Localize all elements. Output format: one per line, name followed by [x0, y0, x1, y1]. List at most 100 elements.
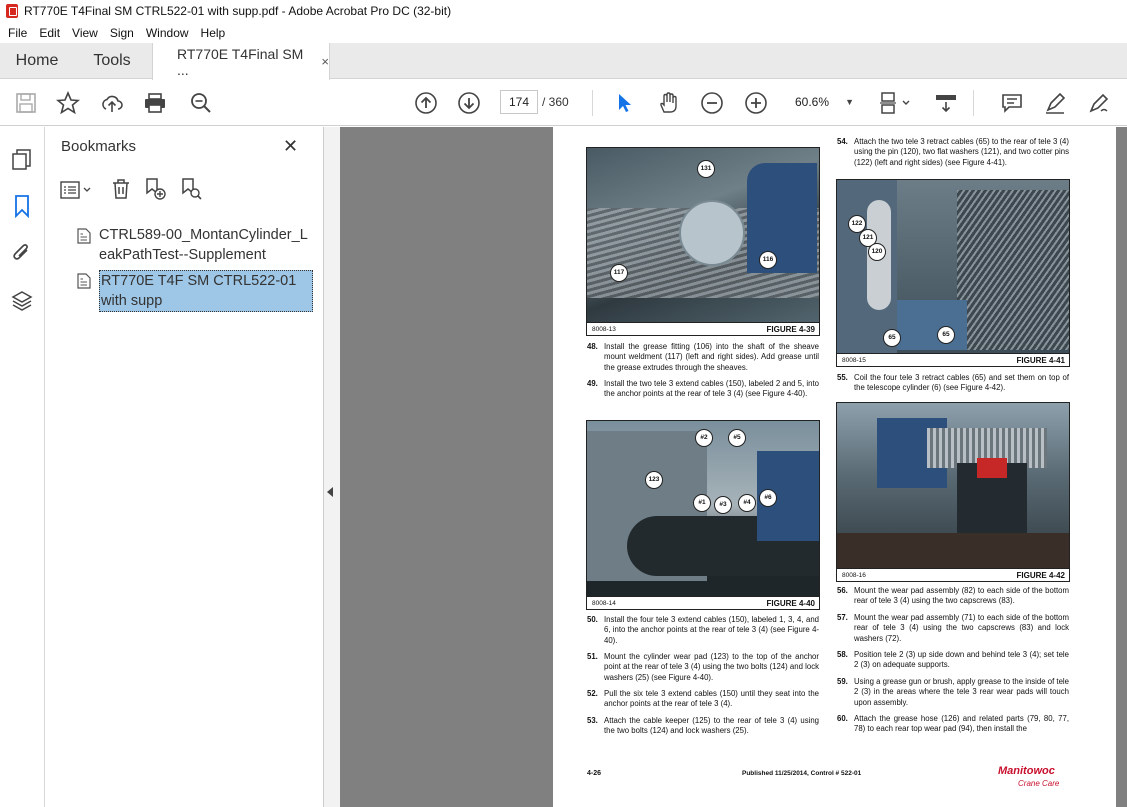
bookmark-page-icon	[77, 273, 91, 289]
procedure-step: 53. Attach the cable keeper (125) to the…	[587, 716, 819, 736]
save-icon[interactable]	[14, 91, 38, 115]
callout: #5	[728, 429, 746, 447]
title-bar: RT770E T4Final SM CTRL522-01 with supp.p…	[0, 0, 1127, 22]
figure-photo: #2 #5 123 #1 #3 #4 #6 8008-14 FIGURE 4-4…	[586, 420, 820, 610]
procedure-step: 48. Install the grease fitting (106) int…	[587, 342, 819, 372]
bookmark-item[interactable]: CTRL589-00_MontanCylinder_LeakPathTest--…	[77, 225, 315, 265]
figure-code: 8008-16	[842, 572, 866, 579]
menu-edit[interactable]: Edit	[33, 26, 66, 40]
tab-close-icon[interactable]: ×	[321, 54, 329, 69]
callout: 131	[697, 160, 715, 178]
options-menu-icon[interactable]	[59, 179, 95, 201]
sign-pen-icon[interactable]	[1087, 91, 1111, 115]
crane-care-logo: Crane Care	[1018, 779, 1060, 788]
figure-photo: 8008-16 FIGURE 4-42	[836, 402, 1070, 582]
menu-sign[interactable]: Sign	[104, 26, 140, 40]
document-viewport[interactable]: 131 117 116 8008-13 FIGURE 4-39 #2 #5 12…	[340, 127, 1127, 807]
tab-tools[interactable]: Tools	[74, 43, 150, 79]
menu-bar: File Edit View Sign Window Help	[0, 22, 1127, 43]
bookmark-item-selected[interactable]: RT770E T4F SM CTRL522-01 with supp	[77, 270, 315, 312]
bookmark-label: RT770E T4F SM CTRL522-01 with supp	[99, 270, 313, 312]
procedure-step: 59. Using a grease gun or brush, apply g…	[837, 677, 1069, 707]
previous-page-icon[interactable]	[414, 91, 438, 115]
callout: 120	[868, 243, 886, 261]
figure-code: 8008-14	[592, 600, 616, 607]
figure-number: FIGURE 4-41	[1016, 356, 1065, 365]
figure-photo: 131 117 116 8008-13 FIGURE 4-39	[586, 147, 820, 336]
page-display-icon[interactable]	[878, 91, 914, 115]
menu-window[interactable]: Window	[140, 26, 195, 40]
figure-code: 8008-15	[842, 357, 866, 364]
tab-document[interactable]: RT770E T4Final SM ... ×	[152, 43, 330, 80]
procedure-step: 60. Attach the grease hose (126) and rel…	[837, 714, 1069, 734]
publication-info: Published 11/25/2014, Control # 522-01	[742, 770, 862, 777]
figure-caption: 8008-16 FIGURE 4-42	[837, 568, 1069, 581]
procedure-step: 56. Mount the wear pad assembly (82) to …	[837, 586, 1069, 606]
menu-view[interactable]: View	[66, 26, 104, 40]
attachments-icon[interactable]	[10, 241, 34, 265]
delete-icon[interactable]	[109, 177, 133, 201]
figure-code: 8008-13	[592, 326, 616, 333]
layers-icon[interactable]	[10, 289, 34, 313]
bookmark-star-icon[interactable]	[56, 91, 80, 115]
callout: 116	[759, 251, 777, 269]
bookmark-label: CTRL589-00_MontanCylinder_LeakPathTest--…	[99, 227, 308, 263]
zoom-out-icon[interactable]	[700, 91, 724, 115]
tab-bar: Home Tools RT770E T4Final SM ... ×	[0, 43, 1127, 80]
callout: #4	[738, 494, 756, 512]
callout: 65	[937, 326, 955, 344]
chevron-down-icon: ▼	[845, 97, 854, 107]
navigation-rail	[0, 127, 45, 807]
procedure-step: 52. Pull the six tele 3 extend cables (1…	[587, 689, 819, 709]
figure-photo: 122 121 120 65 65 8008-15 FIGURE 4-41	[836, 179, 1070, 367]
scroll-mode-icon[interactable]	[934, 91, 958, 115]
highlight-pen-icon[interactable]	[1043, 91, 1067, 115]
print-icon[interactable]	[143, 91, 167, 115]
find-zoom-icon[interactable]	[189, 91, 213, 115]
menu-help[interactable]: Help	[195, 26, 232, 40]
new-bookmark-icon[interactable]	[143, 177, 167, 201]
callout: #2	[695, 429, 713, 447]
procedure-step: 51. Mount the cylinder wear pad (123) to…	[587, 652, 819, 682]
procedure-step: 54. Attach the two tele 3 retract cables…	[837, 137, 1069, 167]
page-number-input[interactable]: 174	[500, 90, 538, 114]
bookmark-search-icon[interactable]	[179, 177, 203, 201]
close-icon[interactable]: ✕	[283, 136, 298, 157]
procedure-step: 55. Coil the four tele 3 retract cables …	[837, 373, 1069, 393]
bookmarks-panel: Bookmarks ✕ CTRL589-00_MontanCylinder_Le…	[45, 127, 324, 807]
callout: #6	[759, 489, 777, 507]
procedure-step: 58. Position tele 2 (3) up side down and…	[837, 650, 1069, 670]
panel-collapse-handle[interactable]	[324, 127, 340, 807]
menu-file[interactable]: File	[2, 26, 33, 40]
callout: #1	[693, 494, 711, 512]
procedure-step: 50. Install the four tele 3 extend cable…	[587, 615, 819, 645]
figure-number: FIGURE 4-42	[1016, 571, 1065, 580]
tab-document-label: RT770E T4Final SM ...	[177, 45, 304, 78]
zoom-in-icon[interactable]	[744, 91, 768, 115]
figure-caption: 8008-15 FIGURE 4-41	[837, 353, 1069, 366]
acrobat-icon	[6, 4, 18, 18]
window-title: RT770E T4Final SM CTRL522-01 with supp.p…	[24, 4, 452, 18]
comment-icon[interactable]	[1000, 91, 1024, 115]
hand-tool-icon[interactable]	[656, 91, 680, 115]
callout: 123	[645, 471, 663, 489]
collapse-arrow-icon	[327, 487, 333, 497]
pdf-page: 131 117 116 8008-13 FIGURE 4-39 #2 #5 12…	[553, 127, 1116, 807]
toolbar-divider	[592, 90, 593, 116]
figure-caption: 8008-13 FIGURE 4-39	[587, 322, 819, 335]
upload-cloud-icon[interactable]	[100, 91, 124, 115]
bookmark-page-icon	[77, 228, 91, 244]
zoom-select[interactable]: 60.6% ▼	[787, 90, 862, 114]
manitowoc-logo: Manitowoc	[998, 765, 1055, 777]
select-cursor-icon[interactable]	[612, 91, 636, 115]
figure-caption: 8008-14 FIGURE 4-40	[587, 596, 819, 609]
callout: 117	[610, 264, 628, 282]
bookmarks-icon[interactable]	[10, 194, 34, 218]
bookmarks-title: Bookmarks	[61, 138, 137, 155]
zoom-value: 60.6%	[795, 95, 830, 109]
next-page-icon[interactable]	[457, 91, 481, 115]
callout: #3	[714, 496, 732, 514]
page-thumbnails-icon[interactable]	[10, 147, 34, 171]
toolbar-divider	[973, 90, 974, 116]
tab-home[interactable]: Home	[0, 43, 74, 79]
